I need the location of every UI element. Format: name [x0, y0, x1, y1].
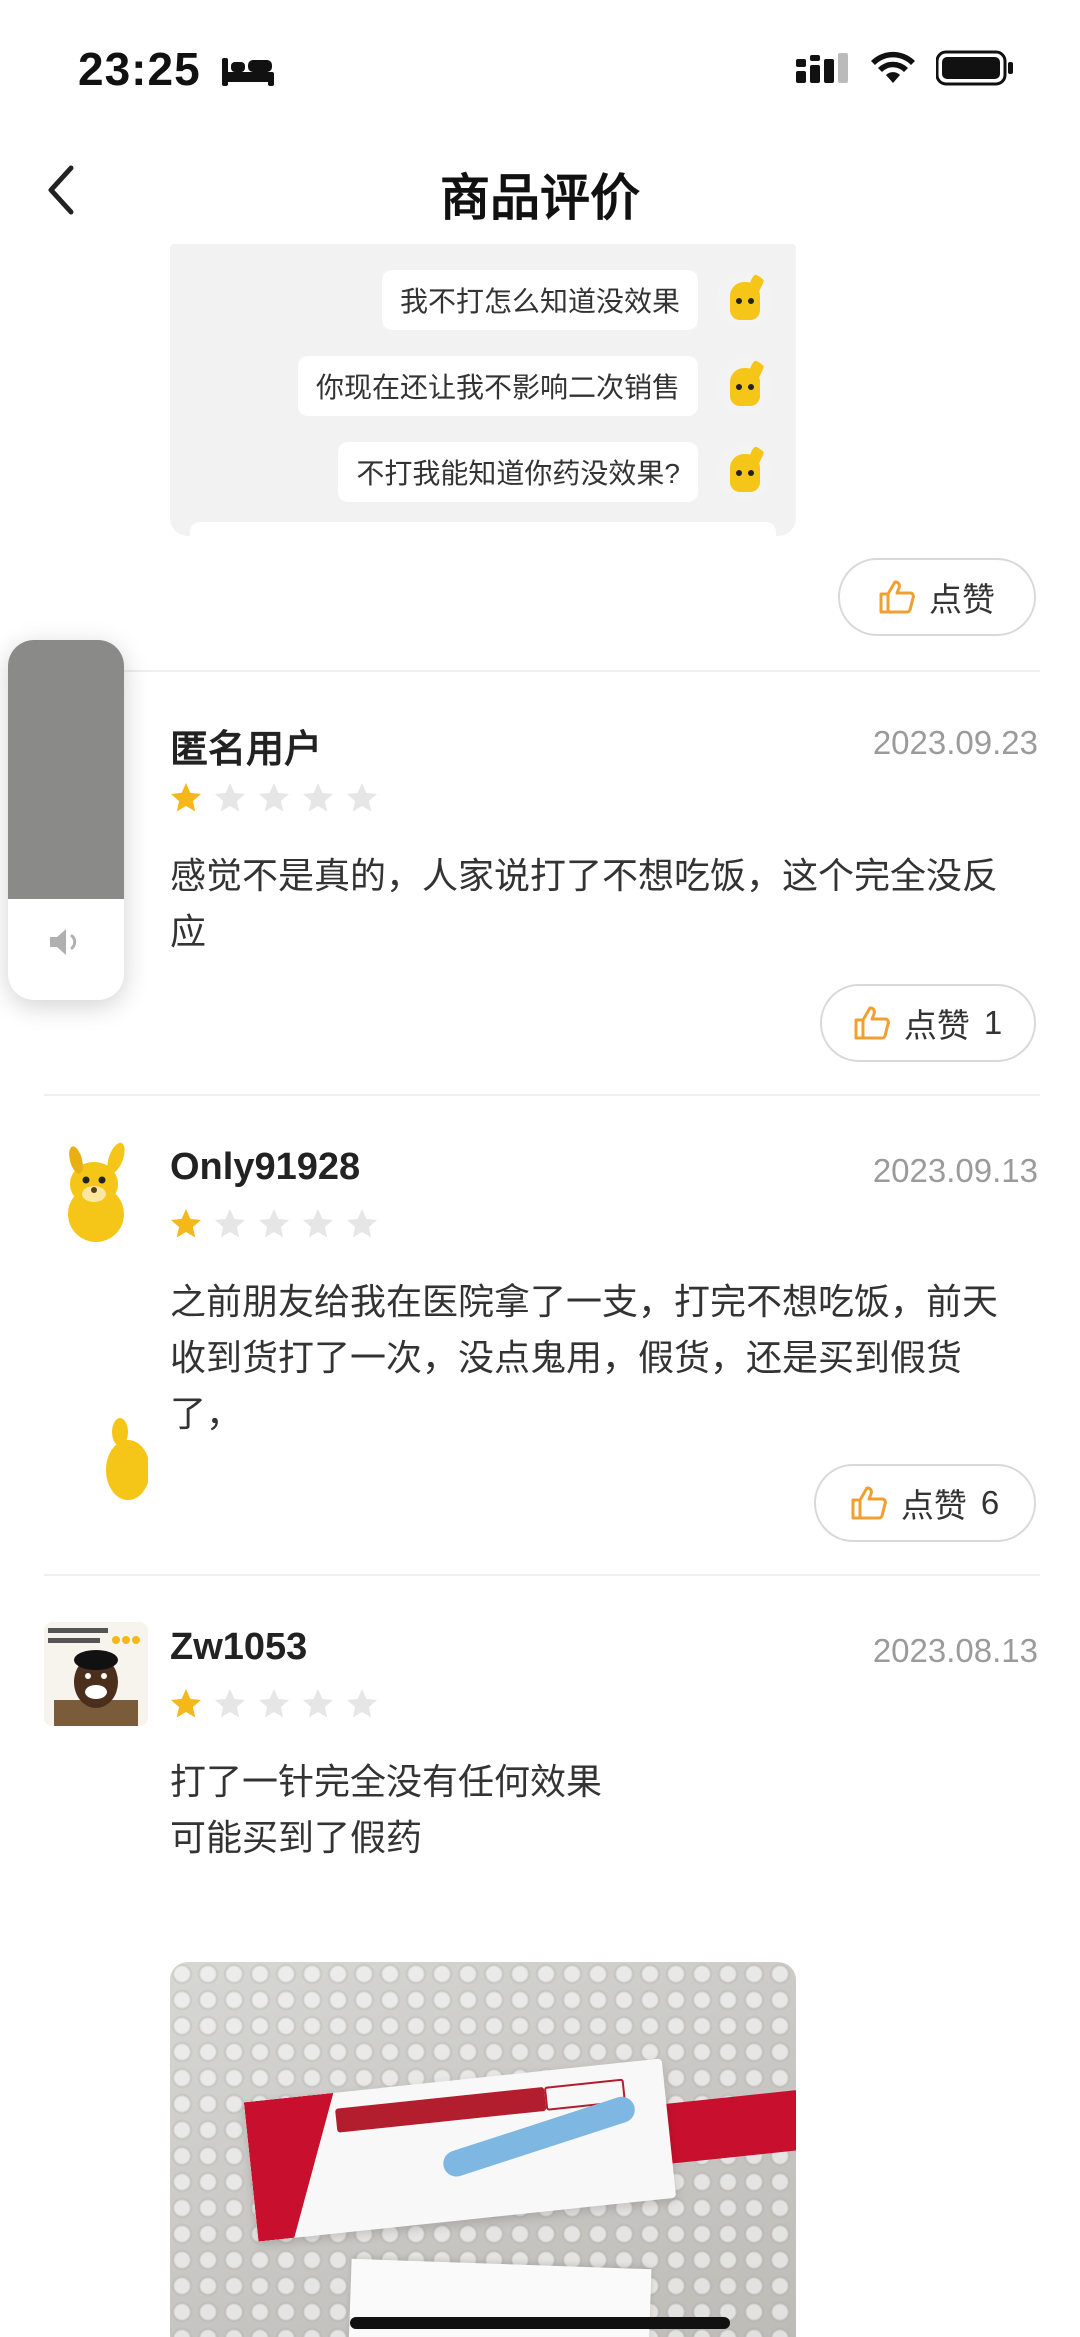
- star-icon-empty: [303, 783, 333, 812]
- wifi-icon: [870, 51, 916, 90]
- star-rating: [168, 780, 380, 816]
- like-count: 6: [980, 1484, 1000, 1521]
- review-date: 2023.08.13: [872, 1632, 1038, 1669]
- like-button[interactable]: 点赞 6: [814, 1464, 1036, 1542]
- chat-bubble: 不打我能知道你药没效果?: [338, 442, 698, 502]
- star-icon-empty: [347, 1209, 377, 1238]
- star-icon-empty: [347, 1689, 377, 1718]
- star-icon-empty: [215, 783, 245, 812]
- like-count: 1: [983, 1004, 1003, 1041]
- bed-icon: [222, 54, 274, 93]
- star-rating: [168, 1206, 380, 1242]
- star-icon-empty: [215, 1209, 245, 1238]
- chat-message: 你现在还让我不影响二次销售: [297, 356, 772, 416]
- chat-bubble: 我不打怎么知道没效果: [381, 270, 698, 330]
- like-button[interactable]: 点赞: [838, 558, 1036, 636]
- star-icon-filled: [171, 783, 201, 812]
- star-icon-empty: [259, 1209, 289, 1238]
- star-icon-empty: [259, 1689, 289, 1718]
- review-content: 感觉不是真的，人家说打了不想吃饭，这个完全没反应: [170, 855, 999, 952]
- chat-avatar: [716, 358, 772, 414]
- avatar: [92, 1412, 148, 1516]
- avatar[interactable]: [44, 1142, 148, 1246]
- star-rating: [168, 1686, 380, 1722]
- battery-icon: [935, 50, 1014, 91]
- like-label: 点赞: [929, 581, 995, 618]
- speaker-icon: [48, 925, 86, 964]
- review-content: 之前朋友给我在医院拿了一支，打完不想吃饭，前天收到货打了一次，没点鬼用，假货，还…: [170, 1281, 999, 1434]
- like-button[interactable]: 点赞 1: [820, 984, 1036, 1062]
- thumbs-up-icon: [879, 580, 915, 614]
- review-date: 2023.09.23: [872, 724, 1038, 761]
- chat-bubble: 你现在还让我不影响二次销售: [297, 356, 698, 416]
- review-username: 匿名用户: [170, 729, 323, 771]
- review-content-line: 打了一针完全没有任何效果: [170, 1761, 603, 1802]
- star-icon-empty: [303, 1689, 333, 1718]
- review-username: Zw1053: [170, 1626, 308, 1668]
- review-image-product[interactable]: [170, 1962, 796, 2337]
- star-icon-filled: [171, 1689, 201, 1718]
- chat-avatar: [716, 272, 772, 328]
- chat-avatar: [716, 444, 772, 500]
- volume-level-fill: [8, 640, 124, 899]
- review-content-line: 可能买到了假药: [170, 1817, 423, 1858]
- page-title: 商品评价: [440, 170, 640, 226]
- status-time: 23:25: [78, 43, 201, 95]
- home-indicator[interactable]: [350, 2317, 730, 2329]
- like-label: 点赞: [903, 1007, 970, 1044]
- thumbs-up-icon: [854, 1006, 890, 1040]
- nav-bar: 商品评价: [0, 140, 1080, 240]
- chat-message: 我不打怎么知道没效果: [381, 270, 772, 330]
- signal-icon: [796, 51, 850, 90]
- divider: [44, 1094, 1040, 1096]
- like-label: 点赞: [900, 1487, 967, 1524]
- thumbs-up-icon: [851, 1486, 887, 1520]
- review-image-chat[interactable]: 我不打怎么知道没效果 你现在还让我不影响二次销售 不打我能知道你药没效果?: [170, 244, 796, 536]
- chat-input-edge: [190, 522, 776, 536]
- star-icon-empty: [303, 1209, 333, 1238]
- star-icon-empty: [215, 1689, 245, 1718]
- divider: [44, 1574, 1040, 1576]
- status-bar: 23:25: [0, 0, 1080, 140]
- review-date: 2023.09.13: [872, 1152, 1038, 1189]
- star-icon-filled: [171, 1209, 201, 1238]
- star-icon-empty: [259, 783, 289, 812]
- review-content: 打了一针完全没有任何效果 可能买到了假药: [170, 1754, 1020, 1866]
- volume-slider[interactable]: [8, 640, 124, 1000]
- divider: [44, 670, 1040, 672]
- avatar[interactable]: [44, 1622, 148, 1726]
- review-username: Only91928: [170, 1146, 361, 1188]
- chat-message: 不打我能知道你药没效果?: [338, 442, 772, 502]
- star-icon-empty: [347, 783, 377, 812]
